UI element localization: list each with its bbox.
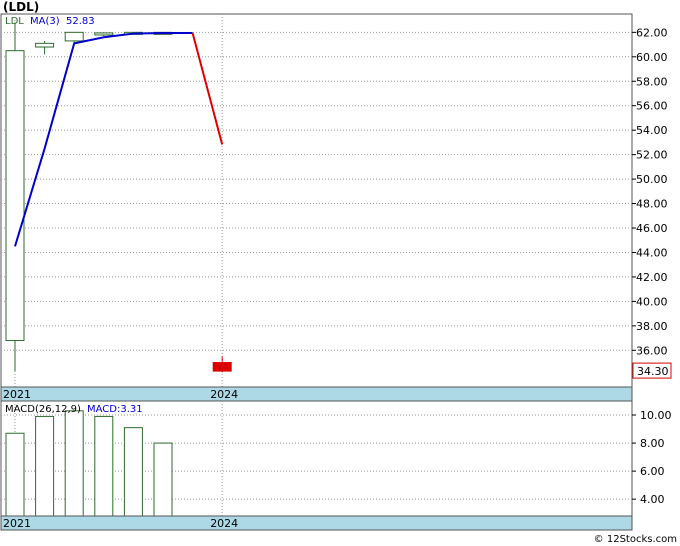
price-legend: LDL MA(3) 52.83 — [5, 16, 95, 27]
price-tick-label: 40.00 — [636, 295, 668, 308]
price-tick-label: 60.00 — [636, 51, 668, 64]
price-plot-frame — [0, 13, 633, 388]
price-panel: 36.00 38.00 40.00 42.00 44.00 46.00 48.00 50.00… — [0, 13, 672, 402]
price-tick-label: 36.00 — [636, 344, 668, 357]
macd-bar — [153, 442, 173, 517]
candle-body — [64, 31, 84, 42]
macd-value-label: MACD:3.31 — [87, 404, 143, 415]
candle-body — [5, 50, 25, 342]
price-x-label: 2024 — [210, 388, 238, 401]
macd-bar — [64, 410, 84, 517]
macd-y-ticks: 4.00 6.00 8.00 10.00 — [632, 409, 672, 506]
macd-tick-label: 10.00 — [640, 409, 672, 422]
price-tick-label: 56.00 — [636, 100, 668, 113]
macd-bar — [123, 427, 143, 517]
copyright-text: © 12Stocks.com — [593, 534, 677, 545]
symbol-label: LDL — [5, 16, 24, 27]
ma-value-label: 52.83 — [66, 16, 95, 27]
price-y-ticks: 36.00 38.00 40.00 42.00 44.00 46.00 48.00 50.00… — [632, 26, 668, 357]
macd-tick-label: 8.00 — [640, 437, 665, 450]
macd-date-band — [0, 515, 633, 531]
macd-x-label: 2021 — [3, 517, 31, 530]
price-tick-label: 42.00 — [636, 271, 668, 284]
macd-legend: MACD(26,12,9) MACD:3.31 — [5, 404, 143, 415]
macd-x-label: 2024 — [210, 517, 238, 530]
macd-tick-label: 4.00 — [640, 493, 665, 506]
price-tick-label: 52.00 — [636, 149, 668, 162]
price-tick-label: 38.00 — [636, 320, 668, 333]
macd-tick-label: 6.00 — [640, 465, 665, 478]
price-tick-label: 58.00 — [636, 75, 668, 88]
price-tick-label: 62.00 — [636, 26, 668, 39]
macd-bar — [5, 432, 25, 517]
price-tick-label: 46.00 — [636, 222, 668, 235]
macd-bar — [35, 415, 55, 517]
macd-bar — [94, 415, 114, 517]
candle-body — [94, 32, 114, 36]
macd-label: MACD(26,12,9) — [5, 404, 81, 415]
price-tick-label: 50.00 — [636, 173, 668, 186]
price-tick-label: 54.00 — [636, 124, 668, 137]
price-date-band — [0, 386, 633, 402]
price-tick-label: 44.00 — [636, 246, 668, 259]
macd-panel: 4.00 6.00 8.00 10.00 2021 2024 MACD(26,12,9)… — [0, 400, 672, 531]
stock-chart: 36.00 38.00 40.00 42.00 44.00 46.00 48.00 50.00… — [0, 13, 672, 531]
candle-body — [35, 42, 55, 48]
candle-body — [212, 362, 232, 372]
last-price-label: 34.30 — [637, 365, 669, 378]
price-tick-label: 48.00 — [636, 198, 668, 211]
price-x-label: 2021 — [3, 388, 31, 401]
ma-label: MA(3) — [30, 16, 60, 27]
last-price-marker: 34.30 — [632, 362, 672, 379]
